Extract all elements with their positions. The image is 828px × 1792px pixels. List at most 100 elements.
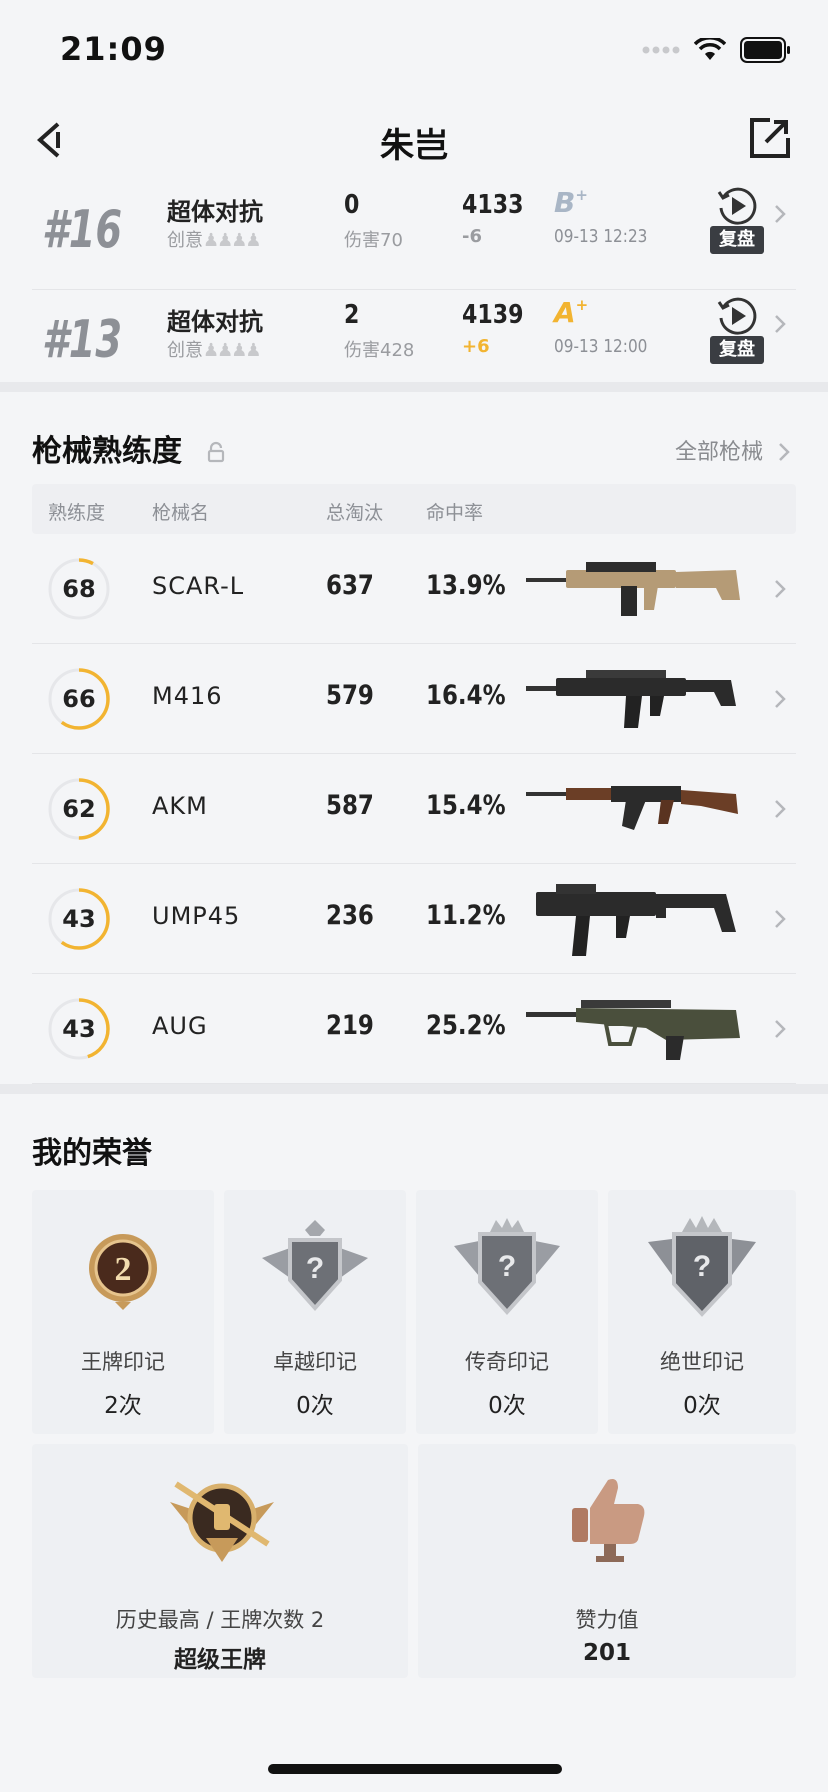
aug-rifle-image: [526, 1000, 740, 1060]
wifi-icon: [694, 38, 726, 60]
replay-icon: [717, 297, 757, 335]
status-bar: 21:09: [0, 0, 828, 96]
mastery-value: 43: [62, 905, 96, 933]
chevron-right-icon: [775, 690, 786, 708]
match-mode: 超体对抗: [167, 198, 263, 226]
match-mode: 超体对抗: [167, 308, 263, 336]
gun-accuracy: 15.4%: [426, 790, 506, 821]
header-mastery: 熟练度: [48, 502, 106, 524]
match-rating-delta: +6: [462, 336, 490, 357]
chevron-right-icon: [775, 800, 786, 818]
chevron-right-icon: [775, 910, 786, 928]
status-icons: [642, 36, 792, 64]
honor-value: 201: [582, 1640, 631, 1666]
match-rank: #13: [42, 310, 123, 370]
legend-mark-icon: ?: [454, 1218, 560, 1315]
gun-total-kills: 236: [326, 900, 374, 931]
replay-label: 复盘: [710, 336, 764, 364]
battery-icon: [740, 37, 790, 63]
gun-row[interactable]: 43 UMP45 236 11.2%: [32, 864, 796, 974]
team-members-icon: ♟♟♟♟: [203, 340, 262, 361]
guns-section-title: 枪械熟练度: [32, 426, 226, 470]
guns-table-header: 熟练度 枪械名 总淘汰 命中率: [32, 484, 796, 534]
all-guns-link[interactable]: 全部枪械: [675, 434, 790, 466]
honors-section-title: 我的荣誉: [32, 1136, 152, 1171]
gun-name: AUG: [152, 1012, 208, 1040]
honor-label: 绝世印记: [660, 1350, 744, 1374]
mastery-value: 68: [62, 575, 96, 603]
match-mode-sub: 创意♟♟♟♟: [167, 340, 262, 361]
chevron-right-icon: [779, 443, 790, 461]
akm-rifle-image: [526, 786, 738, 830]
honor-card-excellence-mark[interactable]: ? 卓越印记 0次: [224, 1190, 406, 1434]
team-members-icon: ♟♟♟♟: [203, 230, 262, 251]
recent-matches-list: #16 超体对抗 创意♟♟♟♟ 0 伤害70 4133 -6 B+ 09-13 …: [0, 180, 828, 400]
ump45-smg-image: [536, 884, 736, 956]
replay-button[interactable]: 复盘: [702, 294, 776, 374]
chevron-right-icon: [775, 1020, 786, 1038]
match-row[interactable]: #16 超体对抗 创意♟♟♟♟ 0 伤害70 4133 -6 B+ 09-13 …: [32, 180, 796, 290]
m416-rifle-image: [526, 670, 736, 728]
match-damage: 伤害70: [344, 230, 403, 251]
honor-value: 0次: [488, 1393, 526, 1419]
gun-total-kills: 219: [326, 1010, 374, 1041]
legend-mark-glyph: ?: [498, 1250, 516, 1283]
gun-total-kills: 637: [326, 570, 374, 601]
honor-value: 2次: [104, 1393, 142, 1419]
mastery-value: 62: [62, 795, 96, 823]
header-total-kills: 总淘汰: [326, 502, 384, 524]
excellence-mark-icon: ?: [262, 1220, 368, 1312]
lock-icon: [208, 441, 225, 463]
honor-label: 卓越印记: [273, 1350, 357, 1374]
gun-row[interactable]: 66 M416 579 16.4%: [32, 644, 796, 754]
section-divider: [0, 1084, 828, 1094]
scar-l-rifle-image: [526, 562, 740, 616]
replay-label: 复盘: [710, 226, 764, 254]
honor-card-peerless-mark[interactable]: ? 绝世印记 0次: [608, 1190, 796, 1434]
gun-row[interactable]: 43 AUG 219 25.2%: [32, 974, 796, 1084]
honor-value: 超级王牌: [174, 1647, 266, 1673]
share-icon[interactable]: [748, 116, 792, 160]
honor-value: 0次: [683, 1393, 721, 1419]
honor-label: 赞力值: [575, 1608, 639, 1632]
honor-card-legend-mark[interactable]: ? 传奇印记 0次: [416, 1190, 598, 1434]
thumbs-up-trophy-icon: [572, 1479, 645, 1562]
honor-card-ace-mark[interactable]: 2 王牌印记 2次: [32, 1190, 214, 1434]
header-gun-name: 枪械名: [152, 502, 210, 524]
match-kills: 2: [344, 300, 360, 330]
status-time: 21:09: [60, 30, 167, 68]
honor-value: 0次: [296, 1393, 334, 1419]
gun-accuracy: 11.2%: [426, 900, 506, 931]
honor-card-likes[interactable]: 赞力值 201: [418, 1444, 796, 1678]
gun-accuracy: 13.9%: [426, 570, 506, 601]
excellence-mark-glyph: ?: [306, 1252, 324, 1285]
match-rating: 4139: [462, 300, 524, 330]
gun-row[interactable]: 68 SCAR-L 637 13.9%: [32, 534, 796, 644]
gun-accuracy: 25.2%: [426, 1010, 506, 1041]
honor-card-highest-tier[interactable]: 历史最高 / 王牌次数 2 超级王牌: [32, 1444, 408, 1678]
match-rating: 4133: [462, 190, 524, 220]
mastery-value: 43: [62, 1015, 96, 1043]
gun-name: SCAR-L: [152, 572, 245, 600]
super-ace-badge-icon: [170, 1481, 274, 1562]
mastery-value: 66: [62, 685, 96, 713]
ace-mark-count-badge: 2: [115, 1251, 132, 1288]
match-time: 09-13 12:00: [554, 336, 648, 357]
replay-icon: [717, 187, 757, 225]
match-time: 09-13 12:23: [554, 226, 648, 247]
gun-total-kills: 587: [326, 790, 374, 821]
gun-name: UMP45: [152, 902, 241, 930]
chevron-right-icon: [775, 205, 786, 223]
peerless-mark-icon: ?: [648, 1216, 756, 1317]
match-grade: A+: [554, 296, 589, 329]
gun-name: AKM: [152, 792, 208, 820]
chevron-right-icon: [775, 580, 786, 598]
match-grade: B+: [554, 186, 588, 219]
gun-accuracy: 16.4%: [426, 680, 506, 711]
gun-row[interactable]: 62 AKM 587 15.4%: [32, 754, 796, 864]
match-rank: #16: [42, 200, 123, 260]
honor-label: 历史最高 / 王牌次数 2: [115, 1608, 325, 1632]
match-damage: 伤害428: [344, 340, 415, 361]
replay-button[interactable]: 复盘: [702, 184, 776, 264]
signal-icon: [642, 46, 680, 54]
